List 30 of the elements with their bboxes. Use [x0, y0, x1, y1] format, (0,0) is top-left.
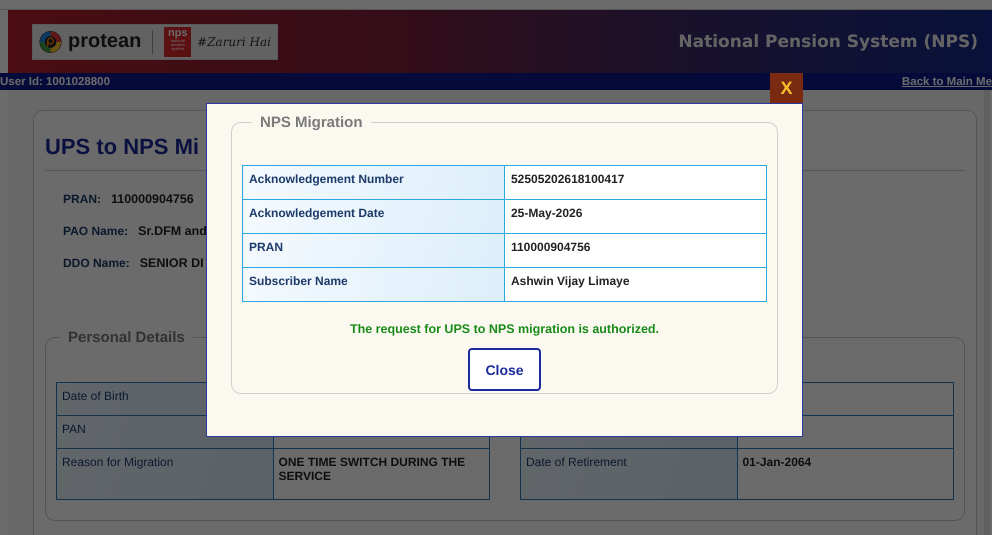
- table-value-cell: 01-Jan-2064: [737, 448, 954, 500]
- table-label-cell: Reason for Migration: [56, 448, 273, 500]
- user-id: User Id: 1001028800: [0, 76, 110, 88]
- table-label-cell: Subscriber Name: [242, 268, 504, 302]
- table-label-cell: PRAN: [242, 234, 504, 268]
- close-button[interactable]: Close: [468, 348, 541, 391]
- field-label: PAO Name:: [63, 224, 128, 238]
- brand-name: protean: [68, 30, 142, 53]
- table-value-cell: Ashwin Vijay Limaye: [504, 268, 766, 302]
- field-value: 110000904756: [111, 192, 194, 206]
- table-value-cell: ONE TIME SWITCH DURING THE SERVICE: [273, 448, 490, 500]
- field-label: DDO Name:: [63, 256, 130, 270]
- close-button[interactable]: X: [770, 73, 803, 103]
- site-title: National Pension System (NPS): [678, 32, 978, 52]
- success-message: The request for UPS to NPS migration is authorized.: [348, 322, 660, 336]
- table-value-cell: 25-May-2026: [504, 200, 766, 234]
- table-label-cell: Acknowledgement Number: [242, 166, 504, 200]
- back-to-menu-link[interactable]: Back to Main Me: [902, 76, 992, 88]
- table-value-cell: 52505202618100417: [504, 166, 766, 200]
- field-value: Sr.DFM and: [138, 224, 207, 238]
- nps-logo-text: nps: [168, 28, 188, 38]
- table-value-cell: 110000904756: [504, 234, 766, 268]
- protean-logo-icon: [39, 30, 62, 54]
- table-label-cell: Date of Retirement: [520, 448, 737, 500]
- field-value: SENIOR DI: [140, 256, 204, 270]
- table-label-cell: Acknowledgement Date: [242, 200, 504, 234]
- section-legend: Personal Details: [60, 329, 193, 346]
- field-label: PRAN:: [63, 192, 101, 206]
- tagline: #Zaruri Hai: [197, 34, 271, 48]
- dialog-legend: NPS Migration: [252, 114, 371, 131]
